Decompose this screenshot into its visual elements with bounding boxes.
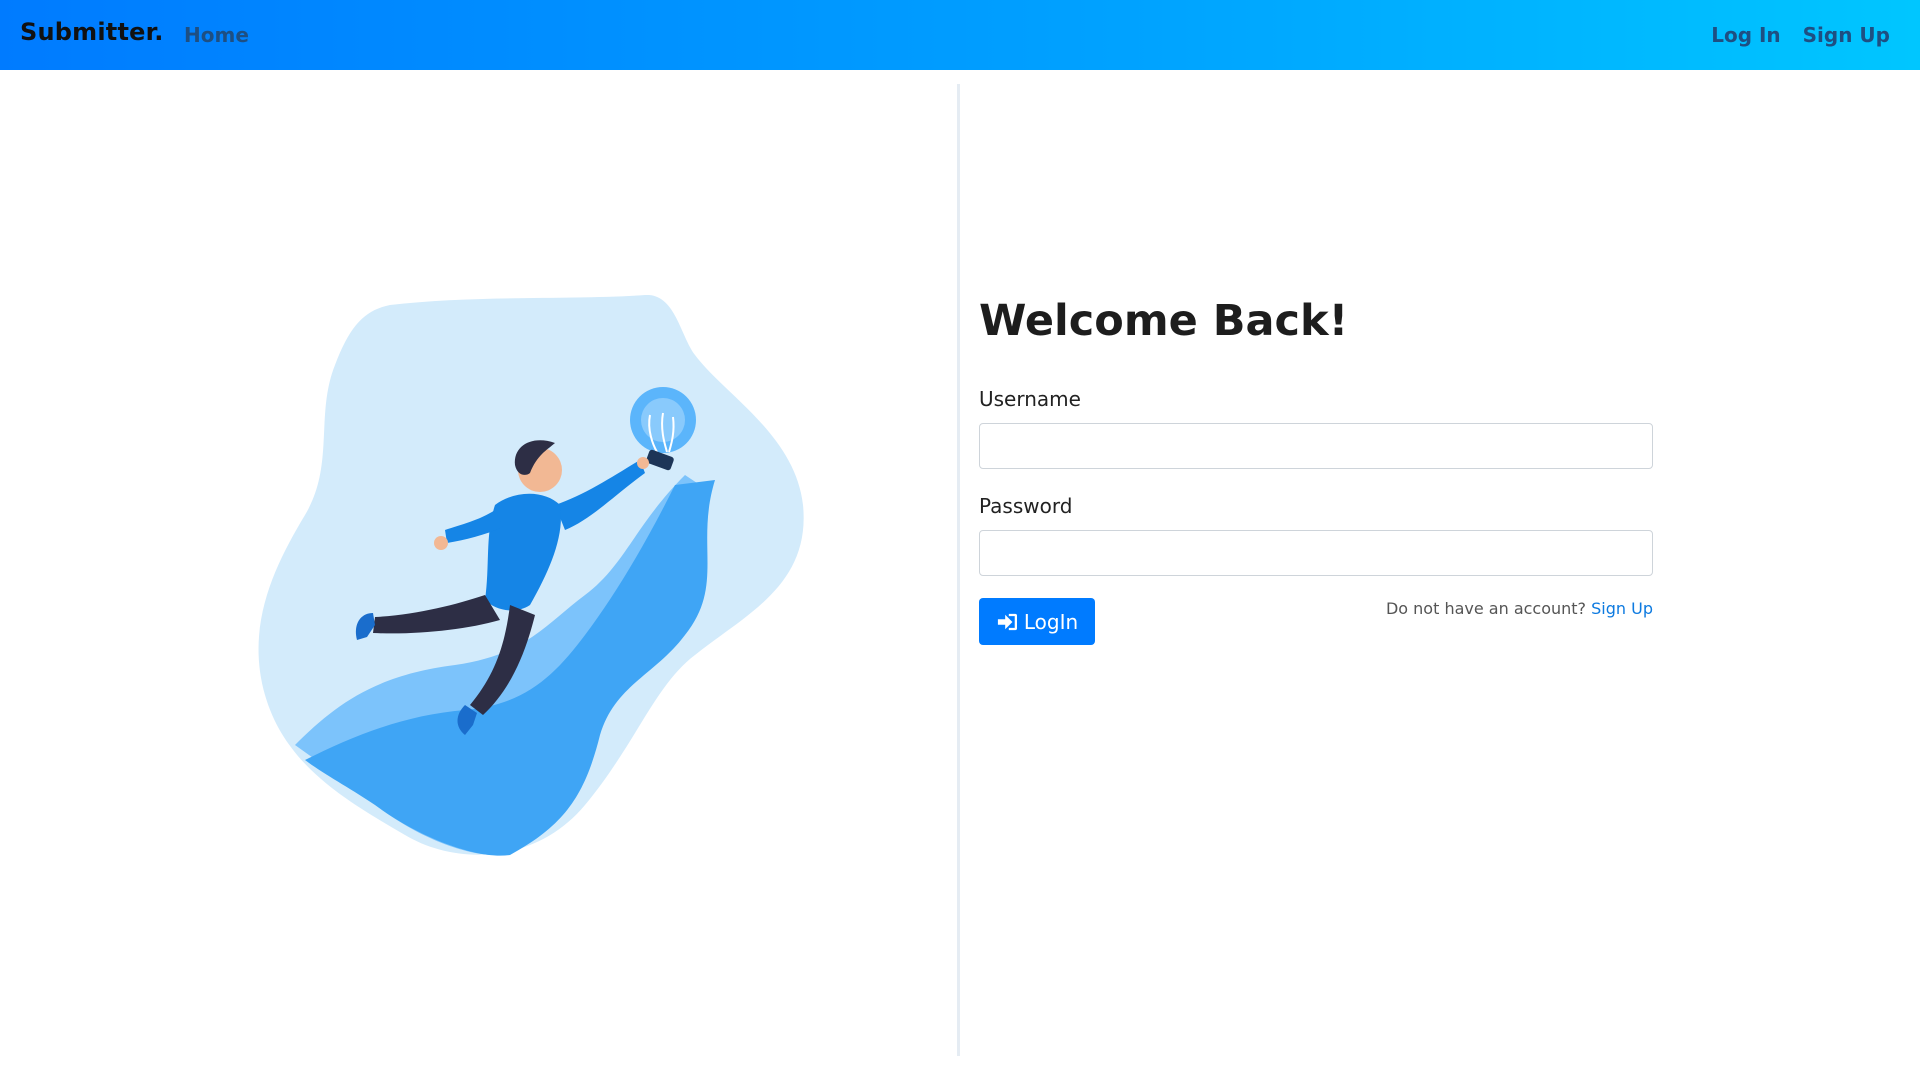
flying-person-lightbulb-illustration: [258, 295, 804, 856]
brand-logo[interactable]: Submitter.: [20, 18, 164, 46]
signup-prompt-text: Do not have an account?: [1385, 599, 1587, 618]
page-title: Welcome Back!: [979, 296, 1349, 346]
vertical-divider: [957, 84, 960, 1056]
nav-signup-link[interactable]: Sign Up: [1803, 23, 1890, 47]
username-label: Username: [979, 387, 1081, 411]
nav-home-link[interactable]: Home: [184, 23, 249, 47]
username-input[interactable]: [979, 423, 1653, 469]
signup-link[interactable]: Sign Up: [1591, 599, 1653, 618]
top-navbar: Submitter. Home Log In Sign Up: [0, 0, 1920, 70]
signup-prompt: Do not have an account? Sign Up: [1386, 599, 1653, 618]
nav-auth-links: Log In Sign Up: [1711, 23, 1890, 47]
nav-login-link[interactable]: Log In: [1711, 23, 1780, 47]
login-form: Welcome Back! Username Password LogIn Do…: [979, 290, 1655, 645]
login-button-label: LogIn: [1023, 609, 1079, 634]
password-label: Password: [979, 494, 1073, 518]
login-button[interactable]: LogIn: [979, 598, 1095, 645]
sign-in-icon: [997, 613, 1017, 630]
password-input[interactable]: [979, 530, 1653, 576]
